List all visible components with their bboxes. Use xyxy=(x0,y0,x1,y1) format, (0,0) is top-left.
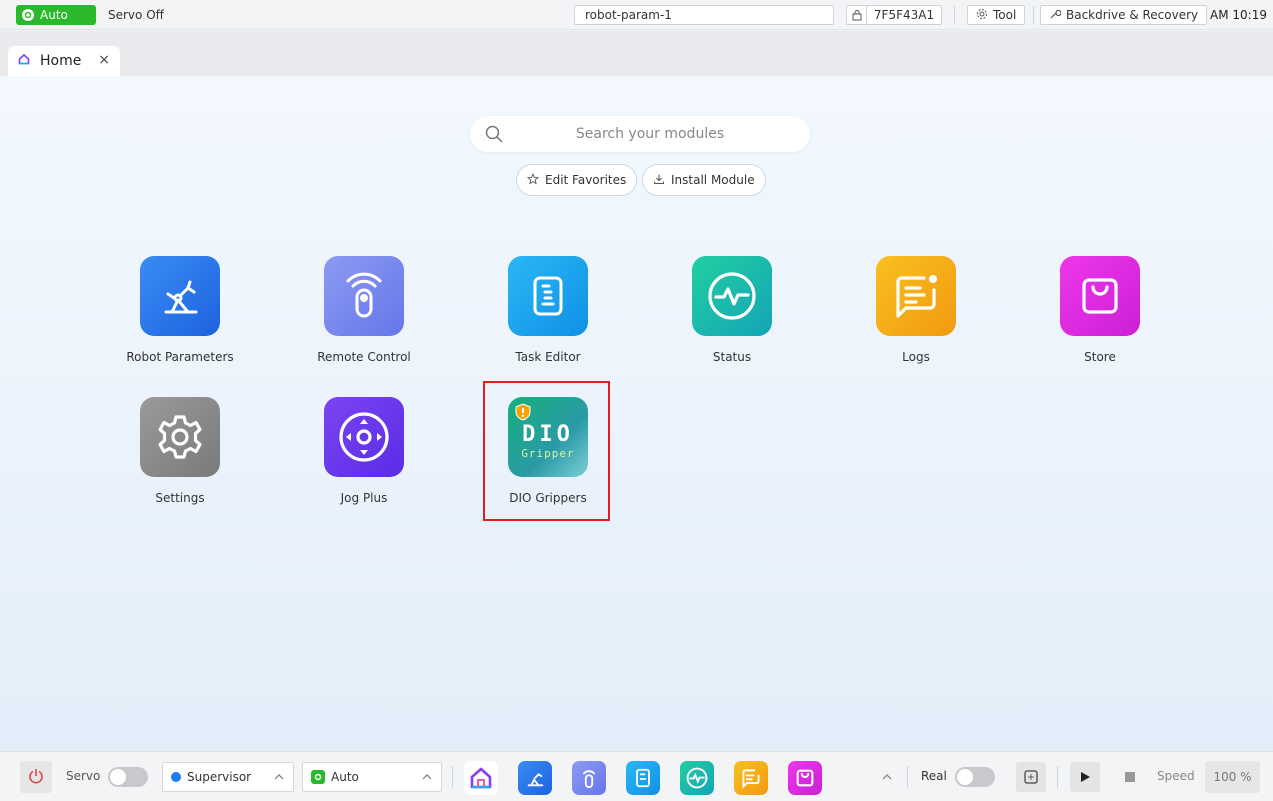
speed-label: Speed xyxy=(1157,769,1195,783)
edit-favorites-button[interactable]: Edit Favorites xyxy=(516,164,638,196)
mode-select-value: Auto xyxy=(331,770,359,784)
star-icon xyxy=(526,172,540,188)
tab-strip: Home × xyxy=(0,31,1273,76)
role-select[interactable]: Supervisor xyxy=(162,762,294,792)
divider xyxy=(907,766,908,788)
dock-store[interactable] xyxy=(788,761,822,795)
app-label: Store xyxy=(1084,350,1116,364)
chevron-up-icon xyxy=(421,771,433,786)
auto-mode-icon xyxy=(22,9,34,21)
search-icon xyxy=(484,124,504,147)
dock-status[interactable] xyxy=(680,761,714,795)
app-store[interactable]: Store xyxy=(1030,256,1170,376)
remote-control-icon xyxy=(324,256,404,336)
dock-home[interactable] xyxy=(464,761,498,795)
logs-message-icon xyxy=(876,256,956,336)
edit-favorites-label: Edit Favorites xyxy=(545,173,627,187)
chevron-up-icon xyxy=(273,771,285,786)
tab-home[interactable]: Home × xyxy=(8,46,120,76)
logs-message-icon xyxy=(742,769,760,789)
selection-highlight-box xyxy=(483,381,610,521)
tool-button-label: Tool xyxy=(993,8,1017,22)
backdrive-recovery-button[interactable]: Backdrive & Recovery xyxy=(1040,5,1208,25)
speed-value[interactable]: 100 % xyxy=(1205,761,1260,793)
divider xyxy=(1057,766,1058,788)
robot-name-field[interactable]: robot-param-1 xyxy=(574,5,834,25)
robot-arm-icon xyxy=(527,773,544,787)
search-input[interactable] xyxy=(470,126,810,142)
stop-button[interactable] xyxy=(1120,767,1140,787)
search-box[interactable] xyxy=(470,116,810,152)
tool-button[interactable]: Tool xyxy=(967,5,1026,25)
app-robot-parameters[interactable]: Robot Parameters xyxy=(110,256,250,376)
mode-select[interactable]: Auto xyxy=(302,762,442,792)
task-editor-icon xyxy=(508,256,588,336)
real-label: Real xyxy=(921,769,947,783)
status-pulse-icon xyxy=(692,256,772,336)
joystick-dpad-icon xyxy=(324,397,404,477)
app-logs[interactable]: Logs xyxy=(846,256,986,376)
stop-icon xyxy=(1125,772,1135,782)
dock-robot-parameters[interactable] xyxy=(518,761,552,795)
auto-mode-icon xyxy=(311,770,325,784)
status-pulse-icon xyxy=(686,767,708,789)
power-icon xyxy=(28,768,44,787)
chevron-up-icon[interactable] xyxy=(880,770,894,787)
close-icon[interactable]: × xyxy=(98,52,110,68)
home-icon xyxy=(18,53,30,69)
3d-cube-icon xyxy=(1024,770,1038,784)
divider xyxy=(1033,6,1034,24)
servo-toggle[interactable] xyxy=(108,767,148,787)
robot-arm-icon xyxy=(140,256,220,336)
clock: AM 10:19 xyxy=(1210,8,1267,22)
home-icon xyxy=(470,767,492,789)
backdrive-recovery-label: Backdrive & Recovery xyxy=(1066,8,1199,22)
app-label: Logs xyxy=(902,350,930,364)
app-label: Settings xyxy=(155,491,205,505)
gear-icon xyxy=(140,397,220,477)
shopping-bag-icon xyxy=(1060,256,1140,336)
home-main: Edit Favorites Install Module Robot Para… xyxy=(0,76,1273,751)
tab-home-label: Home xyxy=(40,53,82,69)
view-3d-button[interactable] xyxy=(1016,762,1046,792)
play-button[interactable] xyxy=(1070,762,1100,792)
dock-remote-control[interactable] xyxy=(572,761,606,795)
play-icon xyxy=(1081,772,1090,782)
role-select-value: Supervisor xyxy=(187,770,252,784)
app-jog-plus[interactable]: Jog Plus xyxy=(294,397,434,517)
shopping-bag-icon xyxy=(796,769,814,787)
gear-icon xyxy=(976,8,988,23)
install-module-button[interactable]: Install Module xyxy=(642,164,766,196)
app-label: Remote Control xyxy=(317,350,411,364)
divider xyxy=(452,766,453,788)
app-task-editor[interactable]: Task Editor xyxy=(478,256,618,376)
wrench-icon xyxy=(1049,8,1062,23)
serial-number: 7F5F43A1 xyxy=(866,5,942,25)
role-dot-icon xyxy=(171,772,181,782)
download-icon xyxy=(653,173,665,188)
servo-state-text: Servo Off xyxy=(108,8,164,22)
app-label: Jog Plus xyxy=(340,491,388,505)
app-status[interactable]: Status xyxy=(662,256,802,376)
bottom-taskbar: Servo Supervisor Auto Real Speed 100 % xyxy=(0,751,1273,801)
top-status-bar: Auto Servo Off robot-param-1 7F5F43A1 To… xyxy=(0,0,1273,30)
real-toggle[interactable] xyxy=(955,767,995,787)
app-settings[interactable]: Settings xyxy=(110,397,250,517)
app-label: Task Editor xyxy=(515,350,581,364)
lock-icon[interactable] xyxy=(846,5,868,25)
task-editor-icon xyxy=(636,768,650,788)
dock-logs[interactable] xyxy=(734,761,768,795)
power-button[interactable] xyxy=(20,761,52,793)
app-label: Robot Parameters xyxy=(126,350,234,364)
divider xyxy=(954,6,955,24)
install-module-label: Install Module xyxy=(671,173,755,187)
remote-control-icon xyxy=(583,770,595,789)
app-remote-control[interactable]: Remote Control xyxy=(294,256,434,376)
dock-task-editor[interactable] xyxy=(626,761,660,795)
mode-badge-label: Auto xyxy=(40,8,68,22)
mode-badge[interactable]: Auto xyxy=(16,5,96,25)
app-label: Status xyxy=(712,350,752,364)
servo-label: Servo xyxy=(66,769,101,783)
